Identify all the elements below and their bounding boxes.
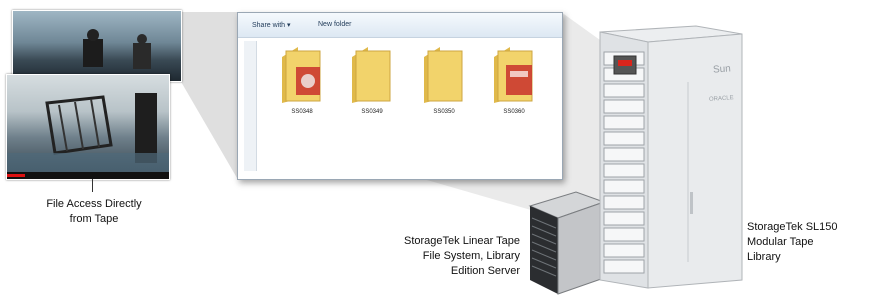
file-explorer-window: Share with ▾ New folder SS0348 SS0349 SS… (237, 12, 563, 180)
boat-scene-image (83, 29, 151, 69)
explorer-toolbar: Share with ▾ New folder (238, 13, 562, 38)
ltfs-server-label: StorageTek Linear Tape File System, Libr… (404, 235, 520, 277)
share-with-button[interactable]: Share with ▾ (252, 21, 291, 29)
folder-label: SS0350 (433, 109, 455, 115)
folder-icon (282, 47, 321, 103)
tape-library-image (599, 25, 743, 289)
video-progress-bar[interactable] (7, 172, 169, 179)
video-thumbnail-back (12, 10, 182, 82)
pointer-line (92, 179, 93, 192)
sun-logo: Sun (712, 63, 732, 76)
folder-label: SS0360 (503, 109, 525, 115)
folder-icon (424, 47, 463, 103)
navigation-pane[interactable] (244, 41, 257, 171)
catamaran-scene-image (7, 93, 169, 173)
ltfs-server-image (528, 191, 606, 295)
file-access-label: File Access Directly from Tape (46, 198, 142, 225)
chevron-down-icon: ▾ (287, 22, 291, 29)
folder-item[interactable]: SS0349 (350, 43, 394, 115)
video-thumbnail-front[interactable] (6, 74, 170, 180)
folder-icon (352, 47, 391, 103)
folder-label: SS0348 (291, 109, 313, 115)
folder-item[interactable]: SS0350 (422, 43, 466, 115)
folder-icon (494, 47, 533, 103)
sl150-label: StorageTek SL150 Modular Tape Library (747, 221, 838, 263)
folder-label: SS0349 (361, 109, 383, 115)
folder-item[interactable]: SS0348 (280, 43, 324, 115)
new-folder-button[interactable]: New folder (318, 21, 351, 28)
folder-item[interactable]: SS0360 (492, 43, 536, 115)
